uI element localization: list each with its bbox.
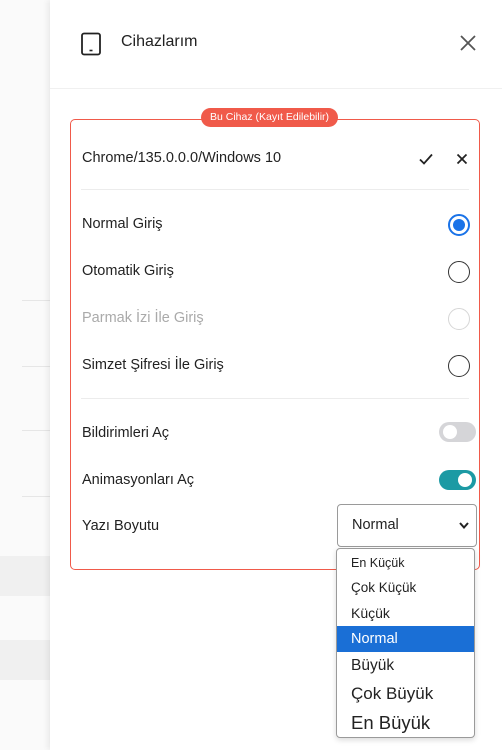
chevron-down-icon <box>459 522 469 530</box>
divider <box>81 398 469 399</box>
font-size-select[interactable]: Normal <box>337 504 477 547</box>
confirm-check-icon[interactable] <box>418 151 434 167</box>
current-device-card: Bu Cihaz (Kayıt Edilebilir) Chrome/135.0… <box>70 108 480 570</box>
divider <box>81 189 469 190</box>
close-icon[interactable] <box>458 33 478 53</box>
font-size-option-en-buyuk[interactable]: En Büyük <box>337 708 474 737</box>
notifications-toggle[interactable] <box>439 422 476 442</box>
background-band <box>0 556 50 596</box>
font-size-dropdown: En Küçük Çok Küçük Küçük Normal Büyük Ço… <box>336 548 475 738</box>
notifications-label: Bildirimleri Aç <box>82 425 170 441</box>
toggle-knob <box>443 425 457 439</box>
panel-header: Cihazlarım <box>50 0 502 89</box>
font-size-option-cok-kucuk[interactable]: Çok Küçük <box>337 575 474 600</box>
background-divider <box>22 430 50 431</box>
background-divider <box>22 496 50 497</box>
font-size-option-buyuk[interactable]: Büyük <box>337 652 474 680</box>
devices-panel: Cihazlarım Bu Cihaz (Kayıt Edilebilir) C… <box>50 0 502 750</box>
login-option-auto-radio[interactable] <box>448 261 470 283</box>
login-option-normal-radio[interactable] <box>448 214 470 236</box>
background-divider <box>22 366 50 367</box>
device-badge: Bu Cihaz (Kayıt Edilebilir) <box>201 108 339 127</box>
background-app <box>0 0 50 750</box>
device-name: Chrome/135.0.0.0/Windows 10 <box>82 150 282 166</box>
background-divider <box>22 300 50 301</box>
login-option-fingerprint-label: Parmak İzi İle Giriş <box>82 310 204 326</box>
animations-toggle[interactable] <box>439 470 476 490</box>
panel-title: Cihazlarım <box>121 33 198 50</box>
login-option-password-label: Simzet Şifresi İle Giriş <box>82 357 224 373</box>
tablet-icon <box>81 32 101 56</box>
font-size-option-en-kucuk[interactable]: En Küçük <box>337 551 474 575</box>
toggle-knob <box>458 473 472 487</box>
login-option-fingerprint-radio <box>448 308 470 330</box>
font-size-option-cok-buyuk[interactable]: Çok Büyük <box>337 680 474 708</box>
login-option-password-radio[interactable] <box>448 355 470 377</box>
font-size-option-normal[interactable]: Normal <box>337 626 474 652</box>
remove-x-icon[interactable] <box>454 151 470 167</box>
login-option-normal-label: Normal Giriş <box>82 216 163 232</box>
font-size-value: Normal <box>352 517 399 533</box>
animations-label: Animasyonları Aç <box>82 472 195 488</box>
background-band <box>0 640 50 680</box>
login-option-auto-label: Otomatik Giriş <box>82 263 174 279</box>
font-size-option-kucuk[interactable]: Küçük <box>337 600 474 626</box>
font-size-label: Yazı Boyutu <box>82 518 160 534</box>
